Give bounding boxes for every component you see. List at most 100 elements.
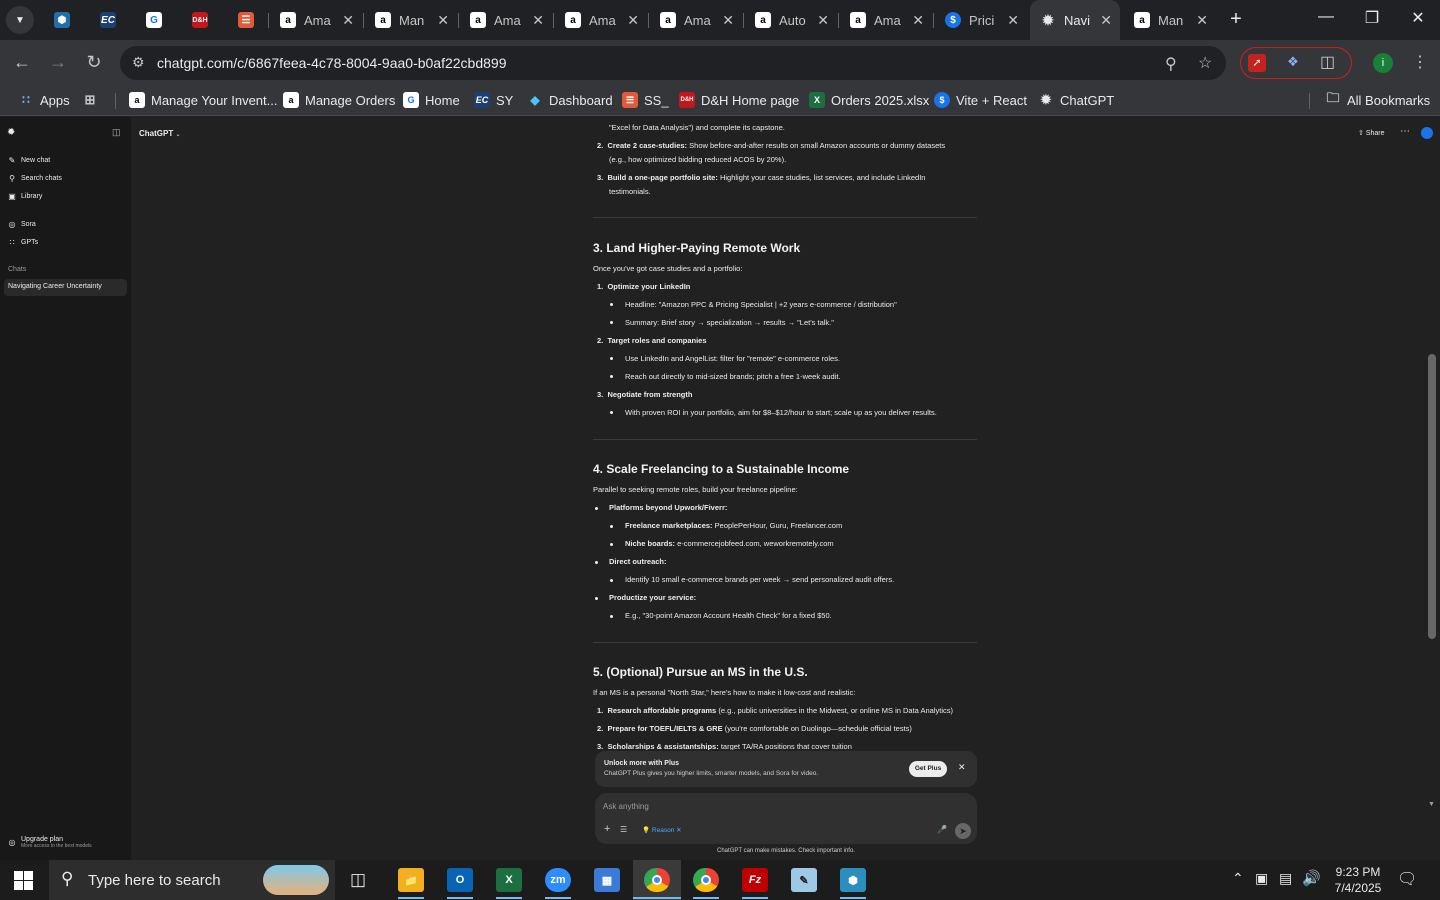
chatgpt-logo-icon[interactable]: ✹	[7, 127, 15, 138]
close-icon[interactable]: ✕	[722, 12, 734, 29]
tab-amazon-1[interactable]: a Ama ✕	[270, 0, 362, 40]
more-options-icon[interactable]: ⋯	[1400, 126, 1410, 137]
bookmark-orders-xlsx[interactable]: X Orders 2025.xlsx	[809, 92, 929, 108]
sidebar-item-search[interactable]: ⚲ Search chats	[8, 174, 62, 183]
app-hex-icon[interactable]: ⬢	[840, 868, 866, 892]
extensions-icon[interactable]: ◫	[1320, 52, 1335, 72]
close-icon[interactable]: ✕	[342, 12, 354, 29]
tab-1[interactable]: ⬢	[44, 0, 84, 40]
bookmark-sy[interactable]: EC SY	[474, 92, 513, 108]
tab-amazon-8[interactable]: a Man ✕	[1124, 0, 1216, 40]
close-icon[interactable]: ✕	[958, 762, 966, 773]
get-plus-button[interactable]: Get Plus	[909, 761, 947, 777]
bookmark-home[interactable]: G Home	[403, 92, 460, 108]
close-icon[interactable]: ✕	[627, 12, 639, 29]
tab-amazon-2[interactable]: a Man ✕	[365, 0, 457, 40]
security-tray-icon[interactable]: ▣	[1255, 870, 1268, 887]
bookmark-chatgpt[interactable]: ✹ ChatGPT	[1038, 92, 1115, 108]
back-button[interactable]: ←	[10, 52, 34, 73]
close-icon[interactable]: ✕	[1196, 12, 1208, 29]
sidebar-item-new-chat[interactable]: ✎ New chat	[8, 156, 51, 165]
chrome-icon[interactable]	[644, 868, 670, 892]
puzzle-app-icon[interactable]: ❖	[1284, 54, 1302, 72]
close-icon[interactable]: ✕	[532, 12, 544, 29]
bookmark-manage-orders[interactable]: a Manage Orders	[283, 92, 395, 108]
bookmark-apps[interactable]: ∷ Apps	[18, 92, 69, 108]
sidebar-item-library[interactable]: ▣ Library	[8, 192, 42, 201]
new-tab-button[interactable]: +	[1224, 8, 1248, 31]
plus-icon[interactable]: +	[604, 823, 610, 835]
bookmark-divider	[115, 93, 116, 109]
tab-amazon-7[interactable]: a Ama ✕	[840, 0, 932, 40]
chat-item-active[interactable]: Navigating Career Uncertainty	[8, 283, 102, 290]
close-icon[interactable]: ✕	[437, 12, 449, 29]
filezilla-icon[interactable]: Fz	[742, 868, 768, 892]
tab-search-button[interactable]: ▼	[6, 6, 34, 34]
close-window-button[interactable]: ✕	[1398, 8, 1438, 28]
scroll-down-icon[interactable]: ▼	[1428, 801, 1435, 808]
calculator-icon[interactable]: ▦	[594, 868, 620, 892]
prompt-input[interactable]: Ask anything	[603, 802, 649, 811]
file-explorer-icon[interactable]: 📁	[398, 868, 424, 892]
tab-2[interactable]: EC	[90, 0, 130, 40]
bookmark-ss[interactable]: ☰ SS_	[622, 92, 669, 108]
bookmark-grid[interactable]: ⊞	[82, 92, 104, 108]
tools-icon[interactable]: ☰	[620, 825, 627, 834]
forward-button[interactable]: →	[46, 52, 70, 73]
sidebar-item-sora[interactable]: ◎ Sora	[8, 220, 36, 229]
bookmark-dashboard[interactable]: ◆ Dashboard	[527, 92, 612, 108]
tab-amazon-6[interactable]: a Auto ✕	[745, 0, 837, 40]
star-icon[interactable]: ☆	[1198, 53, 1212, 73]
microphone-icon[interactable]: 🎤	[937, 825, 947, 834]
all-bookmarks-button[interactable]: 🗀 All Bookmarks	[1325, 90, 1430, 108]
bookmark-inventory[interactable]: a Manage Your Invent...	[129, 92, 277, 108]
zoom-app-icon[interactable]: zm	[545, 868, 571, 892]
tab-amazon-5[interactable]: a Ama ✕	[650, 0, 742, 40]
profile-avatar[interactable]: i	[1373, 53, 1393, 73]
user-avatar[interactable]	[1421, 127, 1433, 139]
start-button[interactable]	[14, 871, 33, 890]
notifications-icon[interactable]: 🗨	[1397, 869, 1417, 889]
model-selector[interactable]: ChatGPT ⌄	[139, 129, 181, 138]
outlook-icon[interactable]: O	[447, 868, 473, 892]
upgrade-plan-button[interactable]: ◎ Upgrade plan More access to the best m…	[8, 836, 92, 849]
close-icon[interactable]: ✕	[1100, 12, 1112, 29]
tab-amazon-4[interactable]: a Ama ✕	[555, 0, 647, 40]
reason-chip[interactable]: 💡 Reason ✕	[642, 826, 682, 834]
reload-button[interactable]: ↻	[82, 52, 106, 73]
menu-kebab-icon[interactable]: ⋮	[1412, 52, 1428, 72]
pdf-extension-icon[interactable]: ➚	[1248, 54, 1266, 72]
tab-4[interactable]: D&H	[182, 0, 222, 40]
sidebar-item-gpts[interactable]: ∷ GPTs	[8, 238, 38, 247]
task-view-icon[interactable]: ◫	[350, 870, 366, 890]
minimize-button[interactable]: —	[1306, 8, 1346, 26]
sidebar-toggle-icon[interactable]: ◫	[112, 127, 121, 138]
voice-mode-button[interactable]: ➤	[955, 823, 971, 839]
excel-icon[interactable]: X	[496, 868, 522, 892]
tab-3[interactable]: G	[136, 0, 176, 40]
close-icon[interactable]: ✕	[1007, 12, 1019, 29]
volume-icon[interactable]: 🔊	[1302, 869, 1321, 887]
taskbar-search[interactable]: ⚲ Type here to search	[49, 860, 335, 900]
bookmark-vite[interactable]: $ Vite + React	[934, 92, 1027, 108]
site-info-icon[interactable]: ⚙	[132, 54, 145, 71]
restore-button[interactable]: ❐	[1352, 8, 1392, 28]
tab-5[interactable]: ☰	[228, 0, 268, 40]
clock[interactable]: 9:23 PM 7/4/2025	[1328, 864, 1388, 896]
network-icon[interactable]: ▤	[1279, 870, 1292, 887]
close-icon[interactable]: ✕	[912, 12, 924, 29]
share-button[interactable]: ⇧ Share	[1358, 129, 1385, 137]
notepad-icon[interactable]: ✎	[791, 868, 817, 892]
chevron-up-icon[interactable]: ⌃	[1232, 870, 1244, 887]
address-bar[interactable]: ⚙ chatgpt.com/c/6867feea-4c78-8004-9aa0-…	[120, 46, 1226, 80]
zoom-icon[interactable]: ⚲	[1165, 54, 1177, 74]
tab-chatgpt-active[interactable]: ✹ Navi ✕	[1030, 0, 1120, 40]
tab-pricing[interactable]: $ Prici ✕	[935, 0, 1027, 40]
bookmark-dh[interactable]: D&H D&H Home page	[679, 92, 799, 108]
tab-amazon-3[interactable]: a Ama ✕	[460, 0, 552, 40]
amazon-icon: a	[470, 12, 486, 28]
chevron-down-icon: ⌄	[175, 132, 181, 138]
chrome-profile-icon[interactable]	[693, 868, 719, 892]
scrollbar-thumb[interactable]	[1428, 354, 1436, 639]
close-icon[interactable]: ✕	[817, 12, 829, 29]
